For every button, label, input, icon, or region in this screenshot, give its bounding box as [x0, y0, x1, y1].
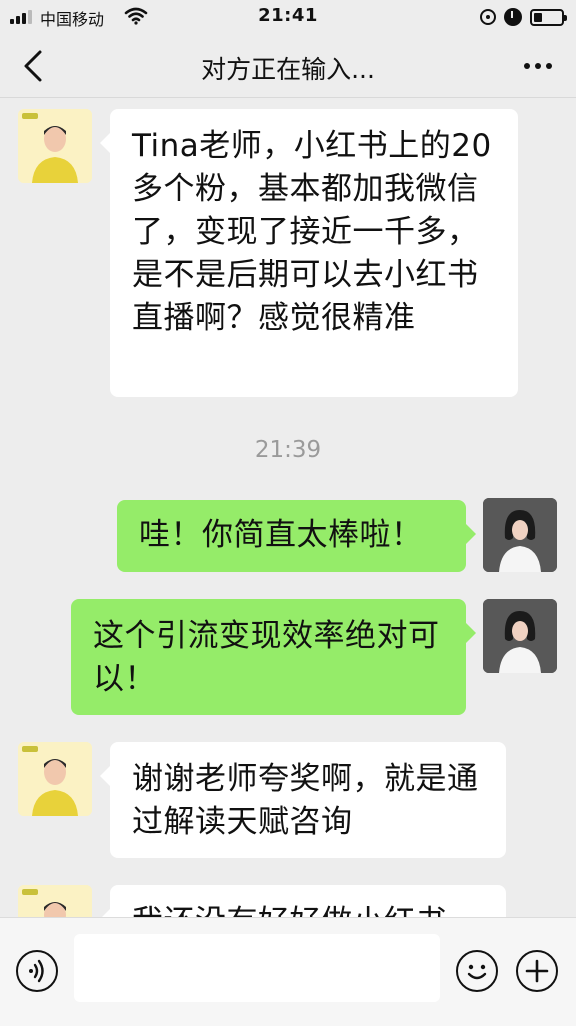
status-right-icons: [480, 7, 567, 27]
chevron-left-icon: [24, 50, 42, 82]
nav-bar: 对方正在输入...: [0, 34, 576, 98]
voice-button[interactable]: [16, 950, 58, 992]
alarm-icon: [504, 8, 522, 26]
message-bubble[interactable]: Tina老师，小红书上的20多个粉，基本都加我微信了，变现了接近一千多，是不是后…: [100, 109, 518, 397]
contact-avatar[interactable]: [18, 885, 92, 917]
more-button[interactable]: [518, 48, 558, 84]
more-dots-icon: [524, 63, 552, 69]
message-bubble-self[interactable]: 哇！你简直太棒啦！: [117, 500, 476, 572]
voice-icon: [29, 959, 44, 983]
message-input[interactable]: [74, 934, 440, 1002]
chat-area[interactable]: Tina老师，小红书上的20多个粉，基本都加我微信了，变现了接近一千多，是不是后…: [0, 99, 576, 917]
rotation-lock-icon: [480, 9, 496, 25]
self-avatar[interactable]: [483, 599, 557, 673]
message-text: 哇！你简直太棒啦！: [139, 517, 423, 553]
contact-avatar[interactable]: [18, 742, 92, 816]
contact-avatar[interactable]: [18, 109, 92, 183]
page-title: 对方正在输入...: [201, 55, 375, 84]
plus-button[interactable]: [516, 950, 558, 992]
message-text: 这个引流变现效率绝对可以！: [93, 618, 440, 697]
plus-icon: [525, 959, 549, 983]
emoji-button[interactable]: [456, 950, 498, 992]
emoji-icon: [467, 964, 487, 980]
status-bar: 中国移动 21:41: [0, 0, 576, 34]
back-button[interactable]: [14, 46, 54, 86]
message-text: Tina老师，小红书上的20多个粉，基本都加我微信了，变现了接近一千多，是不是后…: [132, 128, 492, 336]
battery-icon: [530, 8, 567, 26]
message-bubble[interactable]: 我还没有好好做小红书: [100, 885, 506, 917]
message-bubble-self[interactable]: 这个引流变现效率绝对可以！: [71, 599, 476, 715]
time-separator: 21:39: [254, 437, 322, 463]
message-bubble[interactable]: 谢谢老师夸奖啊，就是通过解读天赋咨询: [100, 742, 506, 858]
input-bar: [0, 917, 576, 1026]
self-avatar[interactable]: [483, 498, 557, 572]
message-text: 谢谢老师夸奖啊，就是通过解读天赋咨询: [132, 761, 479, 840]
message-text: 我还没有好好做小红书: [132, 904, 447, 917]
